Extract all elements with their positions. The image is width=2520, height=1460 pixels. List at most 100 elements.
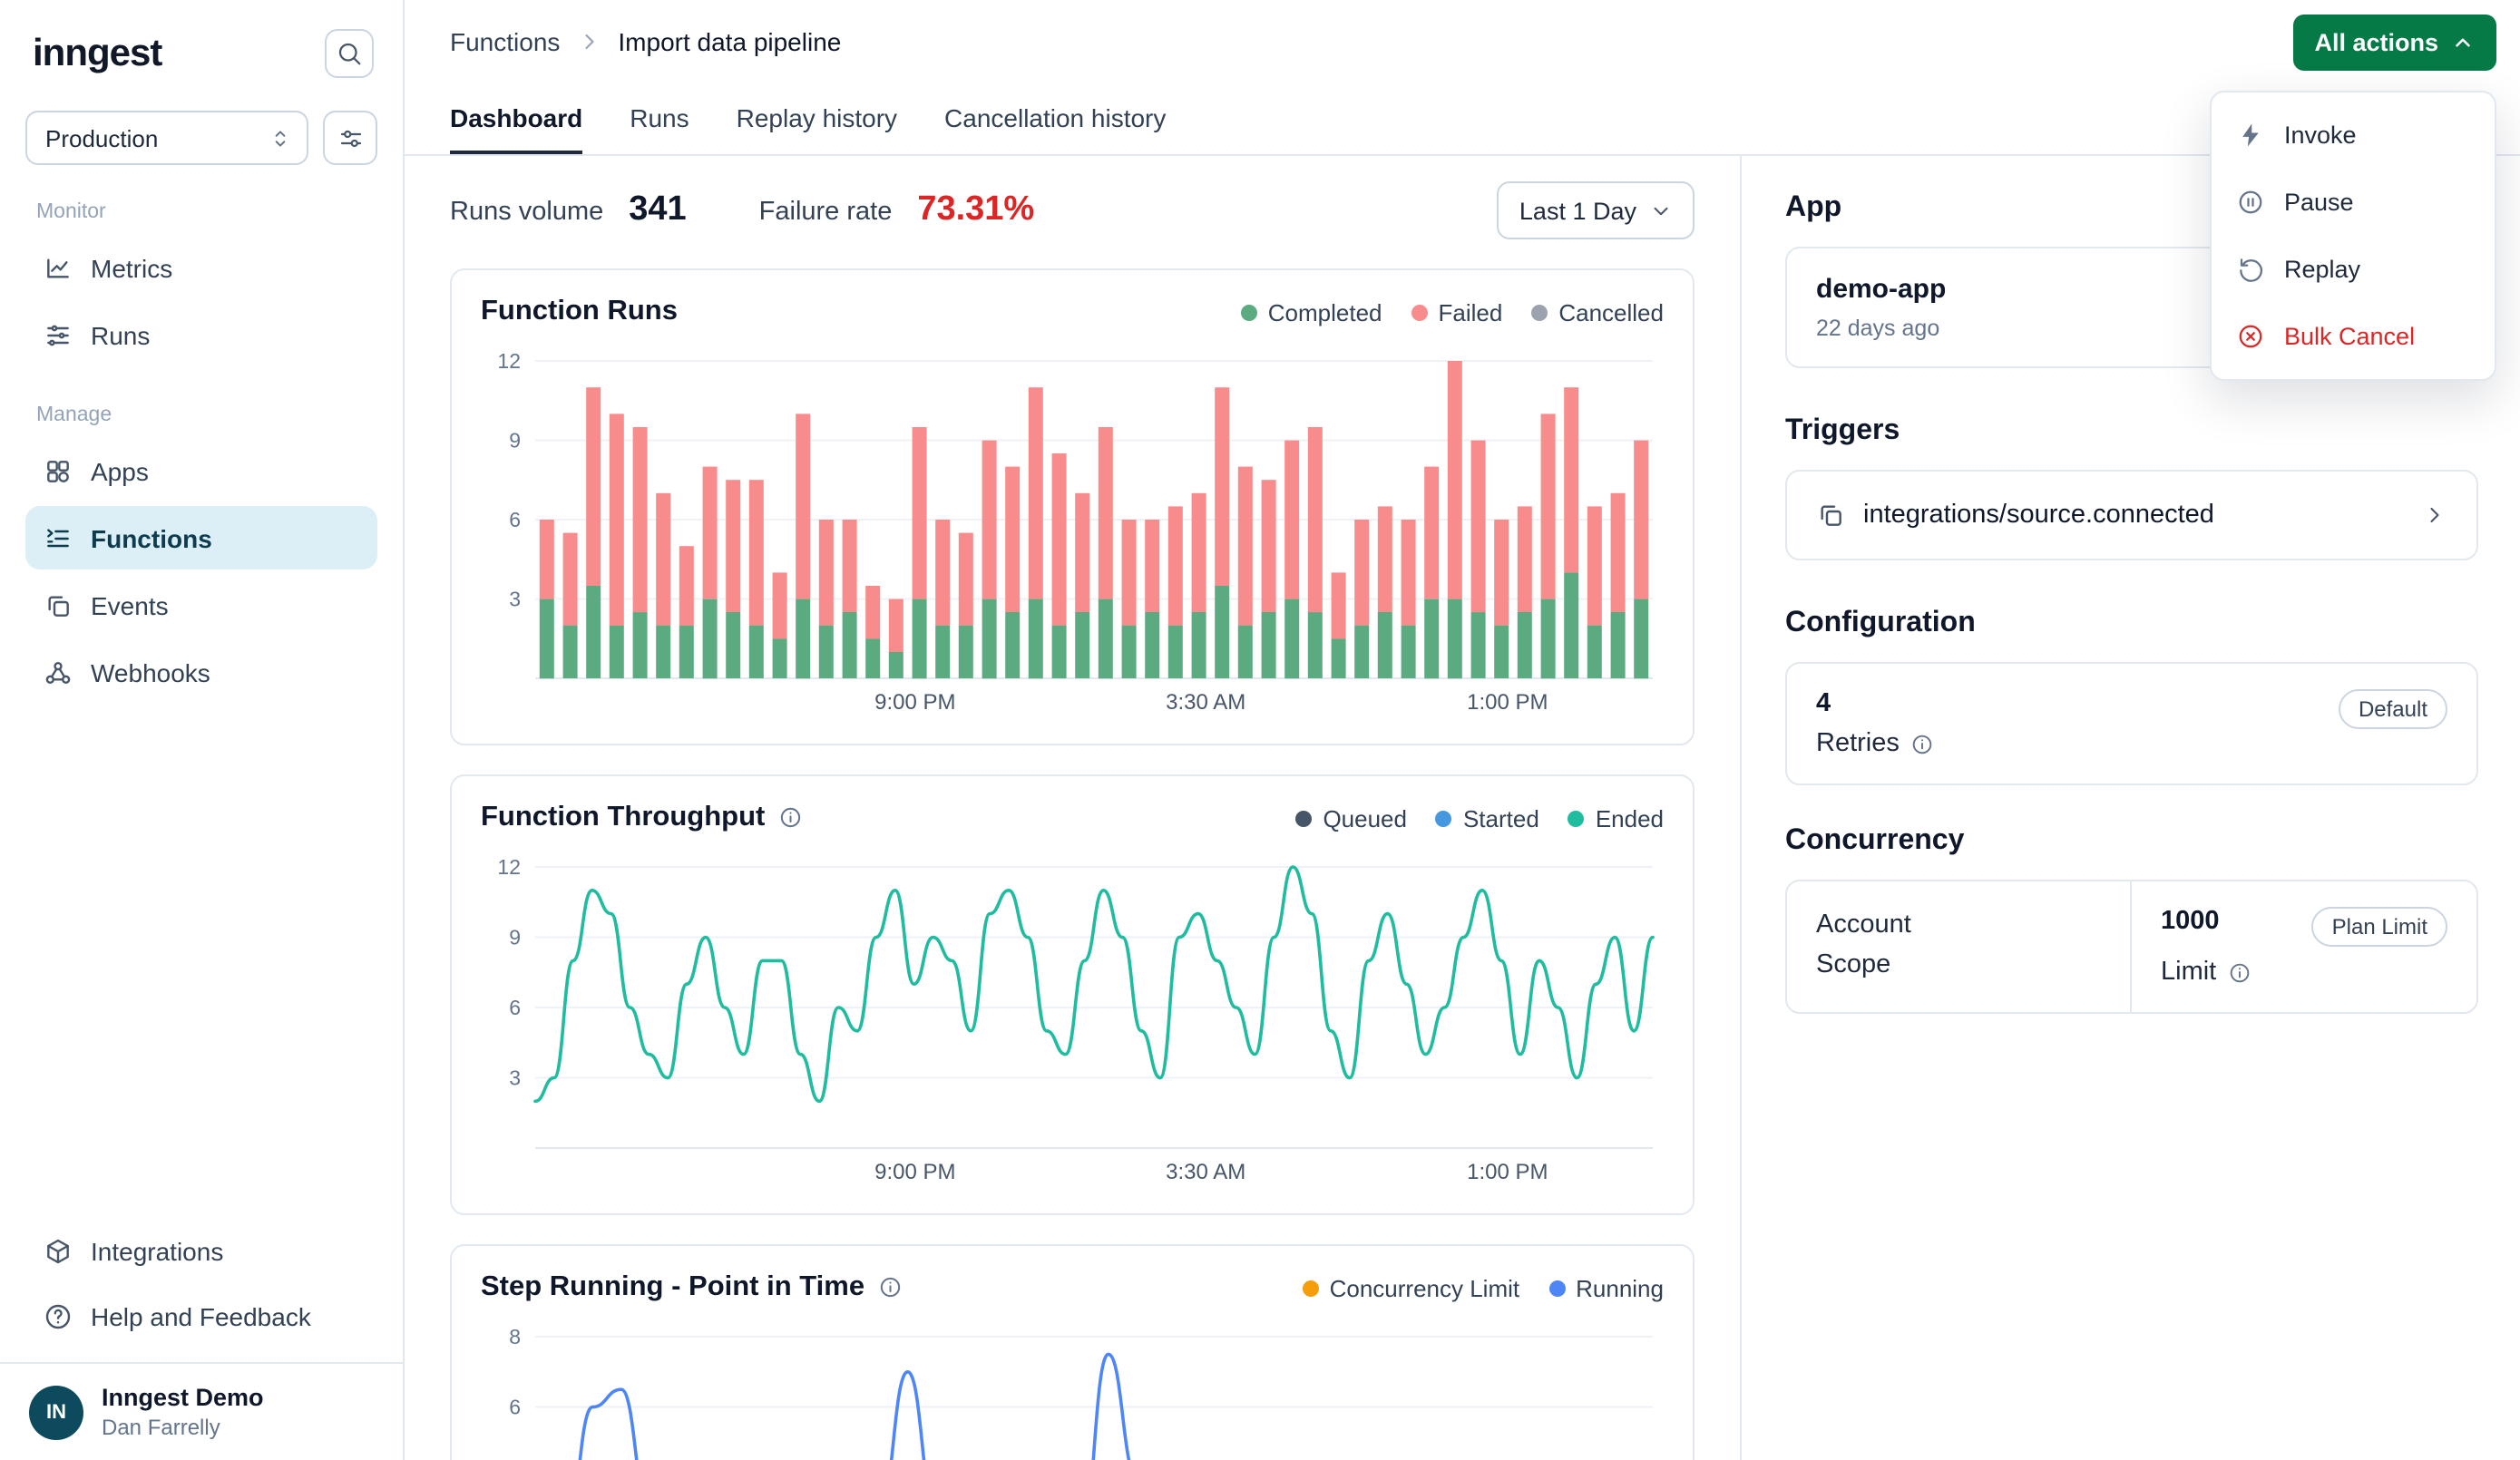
menu-item-label: Pause (2284, 189, 2354, 216)
tab-replay-history[interactable]: Replay history (737, 83, 897, 154)
sidebar-item-metrics[interactable]: Metrics (25, 236, 377, 299)
chevron-right-icon (576, 29, 601, 54)
tab-bar: Dashboard Runs Replay history Cancellati… (405, 83, 2520, 156)
runs-volume-stat: Runs volume 341 (450, 190, 687, 230)
sidebar-item-label: Integrations (91, 1236, 223, 1265)
menu-item-label: Bulk Cancel (2284, 323, 2415, 350)
sidebar-item-functions[interactable]: Functions (25, 506, 377, 569)
chevron-updown-icon (269, 126, 292, 150)
lightning-icon (2237, 122, 2264, 149)
svg-text:9:00 PM: 9:00 PM (874, 690, 955, 715)
legend-item: Completed (1241, 298, 1382, 326)
help-circle-icon (44, 1301, 73, 1330)
time-range-label: Last 1 Day (1519, 197, 1636, 224)
environment-selector[interactable]: Production (25, 111, 308, 165)
environment-settings-button[interactable] (323, 111, 377, 165)
concurrency-limit-value: 1000 (2161, 907, 2312, 936)
sidebar-item-runs[interactable]: Runs (25, 303, 377, 366)
legend-item: Concurrency Limit (1303, 1274, 1520, 1301)
runs-volume-label: Runs volume (450, 198, 603, 227)
info-icon[interactable] (777, 806, 802, 831)
legend-item: Started (1436, 804, 1539, 832)
info-icon[interactable] (877, 1276, 902, 1300)
search-button[interactable] (325, 29, 374, 78)
menu-item-bulk-cancel[interactable]: Bulk Cancel (2212, 303, 2495, 370)
retries-label: Retries (1816, 729, 1900, 758)
time-range-selector[interactable]: Last 1 Day (1498, 181, 1695, 239)
info-icon[interactable] (1910, 732, 1934, 755)
all-actions-button[interactable]: All actions (2292, 14, 2496, 70)
concurrency-scope: Account Scope (1787, 881, 2132, 1012)
legend-item: Ended (1568, 804, 1664, 832)
function-runs-card: Function Runs CompletedFailedCancelled 3… (450, 268, 1695, 745)
sidebar-item-label: Events (91, 590, 169, 619)
plan-limit-badge: Plan Limit (2312, 907, 2447, 947)
menu-item-replay[interactable]: Replay (2212, 236, 2495, 303)
legend-dot (1436, 810, 1452, 826)
legend-dot (1295, 810, 1312, 826)
cancel-circle-icon (2237, 323, 2264, 350)
svg-text:8: 8 (509, 1325, 521, 1348)
svg-text:3:30 AM: 3:30 AM (1166, 690, 1245, 715)
function-throughput-title: Function Throughput (481, 802, 765, 834)
concurrency-card: Account Scope 1000 Plan Limit Limit (1785, 880, 2478, 1014)
svg-text:1:00 PM: 1:00 PM (1467, 1160, 1548, 1184)
inngest-logo: inngest (33, 32, 161, 75)
breadcrumb-functions[interactable]: Functions (450, 27, 560, 56)
svg-text:3:30 AM: 3:30 AM (1166, 1160, 1245, 1184)
svg-text:9: 9 (509, 429, 521, 453)
environment-label: Production (45, 124, 158, 151)
trigger-name: integrations/source.connected (1863, 501, 2404, 530)
failure-rate-stat: Failure rate 73.31% (759, 190, 1035, 230)
svg-text:3: 3 (509, 588, 521, 611)
tab-dashboard[interactable]: Dashboard (450, 83, 582, 154)
sidebar-item-label: Help and Feedback (91, 1301, 311, 1330)
events-icon (44, 590, 73, 619)
legend-dot (1531, 304, 1548, 320)
menu-item-label: Replay (2284, 256, 2360, 283)
user-subtitle: Dan Farrelly (102, 1415, 264, 1440)
legend-dot (1568, 810, 1585, 826)
svg-text:6: 6 (509, 996, 521, 1019)
app-window: inngest Production Monitor (0, 0, 2520, 1460)
breadcrumb: Functions Import data pipeline (450, 27, 841, 56)
integrations-icon (44, 1236, 73, 1265)
step-running-chart: 2468 (481, 1322, 1664, 1460)
chevron-up-icon (2451, 30, 2475, 54)
avatar: IN (29, 1385, 83, 1439)
sidebar-item-webhooks[interactable]: Webhooks (25, 640, 377, 704)
legend-item: Running (1548, 1274, 1664, 1301)
sidebar-item-label: Webhooks (91, 657, 210, 686)
svg-text:6: 6 (509, 1396, 521, 1419)
webhook-icon (44, 657, 73, 686)
sidebar-item-label: Functions (91, 523, 212, 552)
svg-text:12: 12 (497, 855, 521, 879)
failure-rate-label: Failure rate (759, 198, 893, 227)
user-profile[interactable]: IN Inngest Demo Dan Farrelly (0, 1362, 403, 1460)
topbar: Functions Import data pipeline All actio… (405, 0, 2520, 83)
sliders-icon (337, 124, 364, 151)
menu-item-invoke[interactable]: Invoke (2212, 102, 2495, 169)
function-throughput-legend: QueuedStartedEnded (1295, 804, 1664, 832)
function-runs-title: Function Runs (481, 296, 678, 328)
sidebar-item-help[interactable]: Help and Feedback (25, 1284, 377, 1348)
sidebar-item-events[interactable]: Events (25, 573, 377, 637)
step-running-legend: Concurrency Limit Running (1303, 1274, 1664, 1301)
functions-icon (44, 523, 73, 552)
info-icon[interactable] (2227, 960, 2251, 984)
legend-item: Failed (1411, 298, 1503, 326)
all-actions-label: All actions (2314, 28, 2438, 55)
svg-text:1:00 PM: 1:00 PM (1467, 690, 1548, 715)
svg-text:12: 12 (497, 349, 521, 373)
sidebar-item-apps[interactable]: Apps (25, 439, 377, 502)
function-throughput-card: Function Throughput QueuedStartedEnded 3… (450, 774, 1695, 1215)
dashboard-content: Runs volume 341 Failure rate 73.31% Last… (405, 156, 1740, 1460)
menu-item-pause[interactable]: Pause (2212, 169, 2495, 236)
triggers-heading: Triggers (1785, 415, 2478, 448)
sidebar-item-label: Runs (91, 320, 150, 349)
trigger-card[interactable]: integrations/source.connected (1785, 470, 2478, 560)
default-badge: Default (2339, 689, 2447, 729)
tab-runs[interactable]: Runs (630, 83, 689, 154)
sidebar-item-integrations[interactable]: Integrations (25, 1219, 377, 1282)
tab-cancellation-history[interactable]: Cancellation history (944, 83, 1166, 154)
